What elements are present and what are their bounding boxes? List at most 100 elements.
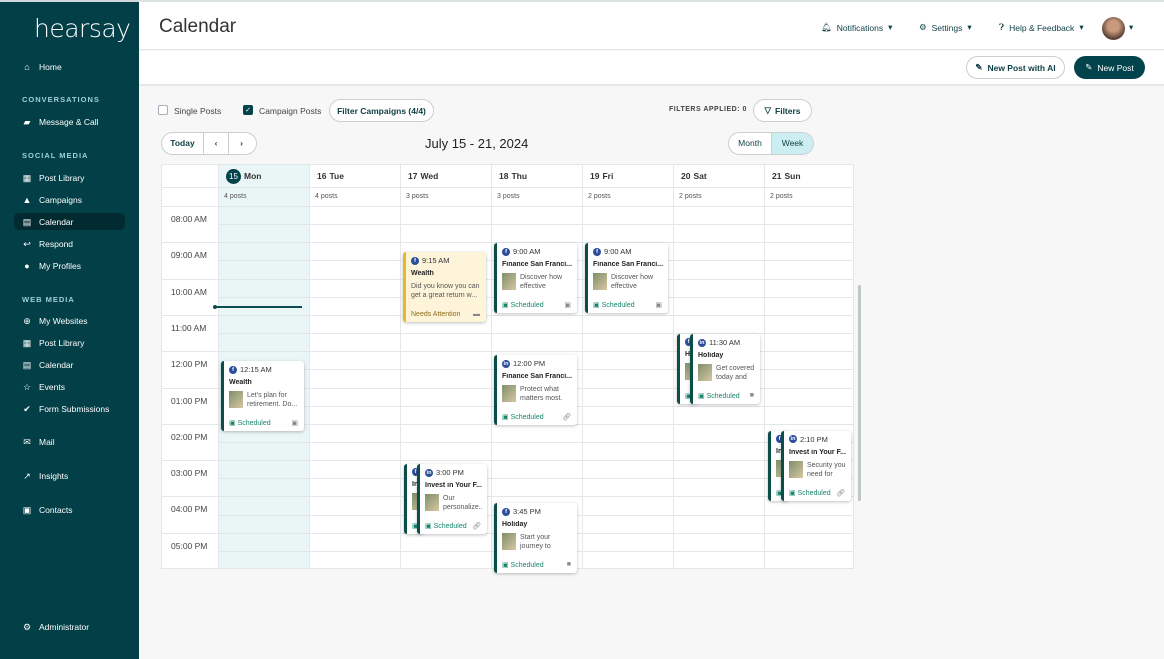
avatar[interactable] [1102,17,1125,40]
post-text: Get covered today and li... [716,365,755,382]
sidebar-item-contacts[interactable]: ▣ Contacts [14,501,125,518]
sidebar-item-my-profiles[interactable]: ● My Profiles [14,257,125,274]
post-status: ▣ Scheduled [789,489,831,497]
sidebar-item-respond[interactable]: ↩ Respond [14,235,125,252]
week-view-button[interactable]: Week [770,133,813,154]
chat-icon: ▰ [23,116,31,127]
post-card[interactable]: in 3:00 PM Invest in Your F... Our personal… [417,464,487,535]
day-header[interactable]: 20 Sat [673,165,764,187]
sidebar-item-label: My Profiles [39,260,82,271]
filters-applied: FILTERS APPLIED: 0 [669,106,747,113]
scheduled-icon: ▣ [229,420,238,428]
post-card[interactable]: in 12:00 PM Finance San Franci... Protect w… [494,355,577,426]
time-label: 01:00 PM [171,395,208,406]
post-time: f 9:15 AM [411,256,481,265]
sidebar-item-calendar[interactable]: ▤ Calendar [14,356,125,373]
sidebar-item-insights[interactable]: ↗ Insights [14,467,125,484]
post-time: in 12:00 PM [502,359,572,368]
chevron-right-icon[interactable]: › [229,133,254,154]
sidebar-item-label: Post Library [39,337,85,348]
new-post-button[interactable]: ✎ New Post [1074,56,1145,79]
sidebar-item-my-websites[interactable]: ⊕ My Websites [14,312,125,329]
post-status: ▣ Scheduled [502,561,544,569]
today-button[interactable]: Today [162,133,204,154]
sidebar-item-home[interactable]: ⌂ Home [14,58,125,75]
post-body: Let's plan for retirement. Do... [229,391,299,409]
today-date-badge: 15 [226,168,241,184]
sidebar-item-events[interactable]: ☆ Events [14,378,125,395]
post-title: Holiday [698,352,724,360]
day-header[interactable]: 21 Sun [764,165,855,187]
profile-icon: ● [24,260,30,271]
sidebar-item-campaigns[interactable]: ▲ Campaigns [14,191,125,208]
time-label: 03:00 PM [171,468,208,479]
sidebar-item-post-library[interactable]: ▦ Post Library [14,169,125,186]
new-post-ai-button[interactable]: ✎ New Post with AI [966,56,1065,79]
post-body: Start your journey to financial succ... [502,533,572,551]
day-number: 19 [590,171,600,181]
sidebar-item-form-submissions[interactable]: ✔ Form Submissions [14,400,125,417]
sidebar-item-administrator[interactable]: ⚙ Administrator [14,618,125,635]
video-icon: ■ [566,561,571,569]
post-footer: Needs Attention ▬ [411,311,480,318]
gear-icon: ⚙ [919,22,927,32]
pencil-icon: ✎ [975,62,983,72]
post-card[interactable]: f 9:00 AM Finance San Franci... Discover ho… [494,243,577,314]
help-menu[interactable]: ❓︎ Help & Feedback ▾ [999,22,1084,33]
notifications-label: Notifications [836,22,884,33]
day-name: Mon [244,171,262,181]
post-card[interactable]: f3:45 PM Holiday Start your journey to fin… [494,503,577,574]
day-header[interactable]: 19 Fri [582,165,673,187]
notifications-menu[interactable]: 🔔︎ Notifications ▾ [821,22,892,33]
sidebar-item-mail[interactable]: ✉ Mail [14,433,125,450]
linkedin-icon: in [698,338,706,347]
post-status-label: Needs Attention [411,311,461,319]
single-posts-checkbox[interactable] [158,105,168,115]
post-thumbnail [502,385,516,403]
post-card[interactable]: f 12:15 AM Wealth Let's plan for retirement… [221,361,304,432]
thumbs-up-icon: ▲ [22,194,32,205]
hearsay-logo[interactable]: hearsay [34,14,131,43]
day-header[interactable]: 17 Wed [400,165,491,187]
post-count: 3 posts [497,193,520,200]
post-card[interactable]: in 2:10 PM Invest in Your F... Security you… [781,430,851,501]
post-body: Our personalize... [425,494,482,512]
day-number: 18 [499,171,509,181]
post-text: Discover how effective budge... [520,274,563,291]
settings-menu[interactable]: ⚙ Settings ▾ [919,22,972,33]
post-time: in 3:00 PM [425,468,482,477]
post-status: ▣ Scheduled [502,301,544,309]
post-card[interactable]: f 9:00 AM Finance San Franci... Discover ho… [585,243,668,314]
scrollbar[interactable] [858,285,861,501]
post-card[interactable]: f 9:15 AM Wealth Did you know you can get a… [403,252,486,323]
post-card[interactable]: in11:30 AM Holiday Get covered today and l… [690,334,760,405]
day-header[interactable]: 15 Mon [218,165,309,187]
day-header[interactable]: 18 Thu [491,165,582,187]
sidebar-item-label: Calendar [39,359,74,370]
month-view-button[interactable]: Month [729,133,771,154]
day-header[interactable]: 16 Tue [309,165,400,187]
page-title: Calendar [159,16,237,37]
library-icon: ▦ [22,172,32,183]
post-status: Needs Attention [411,311,460,318]
mail-icon: ✉ [23,436,31,447]
post-time: f 12:15 AM [229,365,299,374]
sidebar-item-calendar[interactable]: ▤ Calendar [14,213,125,230]
linkedin-icon: in [502,359,510,368]
sidebar-item-message-call[interactable]: ▰ Message & Call [14,113,125,130]
sidebar-item-post-library[interactable]: ▦ Post Library [14,334,125,351]
day-name: Wed [420,171,439,181]
chevron-left-icon[interactable]: ‹ [204,133,229,154]
campaign-posts-checkbox[interactable]: ✓ [243,105,253,115]
post-count: 4 posts [315,193,338,200]
filter-campaigns-button[interactable]: Filter Campaigns (4/4) [329,99,434,122]
filters-button[interactable]: ▽ Filters [753,99,812,122]
help-label: Help & Feedback [1009,22,1075,33]
pencil-icon: ✎ [1085,62,1093,72]
post-time-label: 9:00 AM [604,247,632,257]
caret-down-icon[interactable]: ▾ [1129,22,1133,33]
post-text: Let's plan for retirement. Do... [247,392,298,409]
grid-line [162,460,853,462]
post-status-label: Scheduled [237,420,271,428]
facebook-icon: f [411,256,419,265]
